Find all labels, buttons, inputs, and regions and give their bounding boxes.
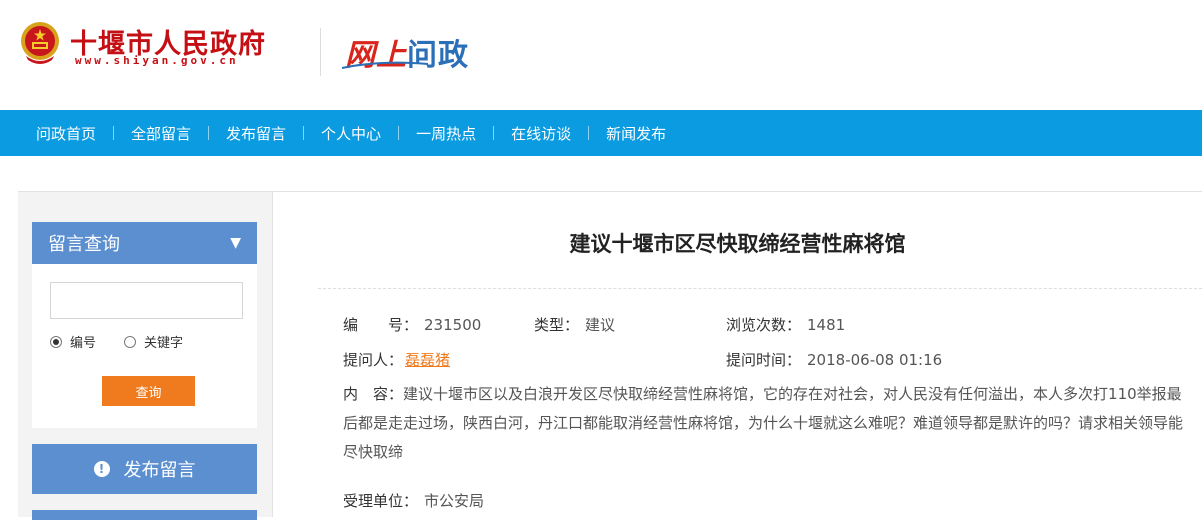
radio-number-option[interactable]: 编号 [50,332,96,351]
title-divider [318,288,1202,289]
asker-link[interactable]: 磊磊猪 [405,351,450,369]
main-content: 留言查询 ▼ 编号 关键字 查询 ! 发布留言 建议十堰市区尽快取缔经营性麻将馆… [18,191,1202,520]
national-emblem-icon [21,22,59,64]
radio-keyword-label: 关键字 [144,336,184,351]
query-panel: 编号 关键字 查询 [32,264,257,428]
query-input[interactable] [50,282,243,319]
nav-item-all-messages[interactable]: 全部留言 [114,123,208,144]
meta-asker: 提问人： 磊磊猪 [343,349,450,370]
message-content: 内 容：建议十堰市区以及白浪开发区尽快取缔经营性麻将馆，它的存在对社会，对人民没… [343,380,1193,467]
number-value: 231500 [424,316,482,334]
meta-views: 浏览次数： 1481 [726,314,845,335]
header-divider [320,28,321,76]
message-query-header[interactable]: 留言查询 ▼ [32,222,257,264]
views-label: 浏览次数： [726,316,802,334]
time-label: 提问时间： [726,351,802,369]
nav-item-personal-center[interactable]: 个人中心 [304,123,398,144]
time-value: 2018-06-08 01:16 [807,351,943,369]
next-sidebar-panel[interactable] [32,510,257,520]
asker-label: 提问人： [343,351,404,369]
nav-item-post-message[interactable]: 发布留言 [209,123,303,144]
nav-item-online-interview[interactable]: 在线访谈 [494,123,588,144]
query-type-radios: 编号 关键字 [50,332,211,351]
dept-label: 受理单位： [343,492,419,510]
query-button[interactable]: 查询 [102,376,195,406]
radio-keyword[interactable] [124,335,137,348]
radio-number-label: 编号 [70,336,97,351]
content-text: 建议十堰市区以及白浪开发区尽快取缔经营性麻将馆，它的存在对社会，对人民没有任何溢… [343,385,1184,461]
views-value: 1481 [807,316,846,334]
meta-number: 编 号： 231500 [343,314,481,335]
meta-time: 提问时间： 2018-06-08 01:16 [726,349,942,370]
nav-item-weekly-hot[interactable]: 一周热点 [399,123,493,144]
site-header: 十堰市人民政府 www.shiyan.gov.cn 网上问政 [0,0,1202,110]
dept-value: 市公安局 [424,492,485,510]
message-detail: 建议十堰市区尽快取缔经营性麻将馆 编 号： 231500 类型： 建议 浏览次数： 1… [273,192,1202,517]
post-message-label: 发布留言 [123,460,196,481]
message-title: 建议十堰市区尽快取缔经营性麻将馆 [569,232,906,256]
exclamation-icon: ! [93,461,110,477]
radio-number[interactable] [50,335,62,348]
nav-item-news-release[interactable]: 新闻发布 [589,123,683,144]
meta-type: 类型： 建议 [534,314,615,335]
gov-site-url: www.shiyan.gov.cn [75,54,239,67]
sidebar: 留言查询 ▼ 编号 关键字 查询 ! 发布留言 [18,192,273,520]
caret-down-icon: ▼ [230,235,241,251]
post-message-button[interactable]: ! 发布留言 [32,444,257,494]
type-value: 建议 [585,316,616,334]
type-label: 类型： [534,316,580,334]
number-label: 编 号： [343,316,419,334]
content-label: 内 容： [343,385,404,403]
radio-keyword-option[interactable]: 关键字 [124,332,183,351]
main-nav: 问政首页 全部留言 发布留言 个人中心 一周热点 在线访谈 新闻发布 [0,110,1202,156]
brand-swoosh-icon [341,61,429,69]
meta-dept: 受理单位： 市公安局 [343,490,484,511]
nav-item-home[interactable]: 问政首页 [19,123,113,144]
panel-title: 留言查询 [48,234,120,255]
